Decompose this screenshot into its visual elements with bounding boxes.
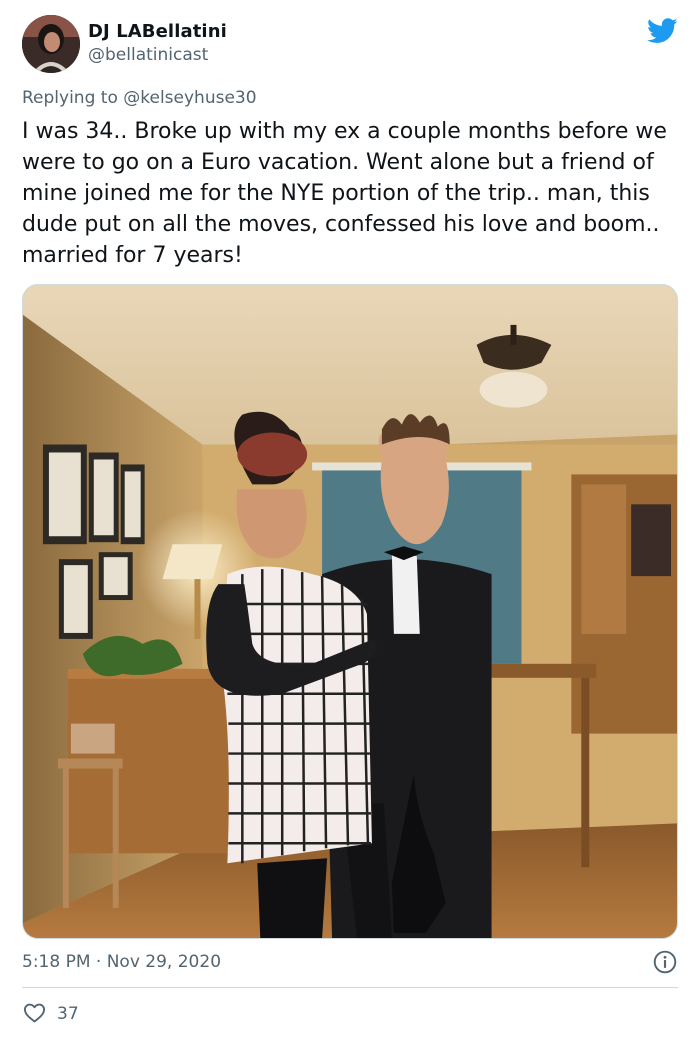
avatar-image (22, 15, 80, 73)
author-handle[interactable]: @bellatinicast (88, 44, 227, 66)
author-display-name[interactable]: DJ LABellatini (88, 22, 227, 42)
reply-context-prefix: Replying to (22, 88, 124, 108)
tweet-card: DJ LABellatini @bellatinicast Replying t… (0, 0, 700, 1041)
tweet-text: I was 34.. Broke up with my ex a couple … (22, 119, 674, 268)
tweet-header: DJ LABellatini @bellatinicast (22, 15, 678, 75)
like-count: 37 (57, 1004, 79, 1024)
twitter-bird-icon[interactable] (647, 18, 678, 44)
heart-icon[interactable] (22, 1000, 47, 1025)
reply-mention-link[interactable]: @kelseyhuse30 (123, 88, 256, 108)
tweet-timestamp: 5:18 PM · Nov 29, 2020 (22, 948, 678, 976)
timestamp-separator: · (90, 952, 107, 972)
reply-context: Replying to @kelseyhuse30 (22, 86, 257, 110)
divider (22, 987, 678, 988)
tweet-photo[interactable] (22, 284, 678, 939)
tweet-date[interactable]: Nov 29, 2020 (107, 952, 221, 972)
tweet-time[interactable]: 5:18 PM (22, 952, 91, 972)
avatar[interactable] (22, 15, 80, 73)
info-icon[interactable] (652, 949, 678, 975)
tweet-photo-image (23, 285, 677, 938)
like-stat[interactable]: 37 (22, 1000, 79, 1028)
author-info: DJ LABellatini @bellatinicast (88, 22, 227, 66)
